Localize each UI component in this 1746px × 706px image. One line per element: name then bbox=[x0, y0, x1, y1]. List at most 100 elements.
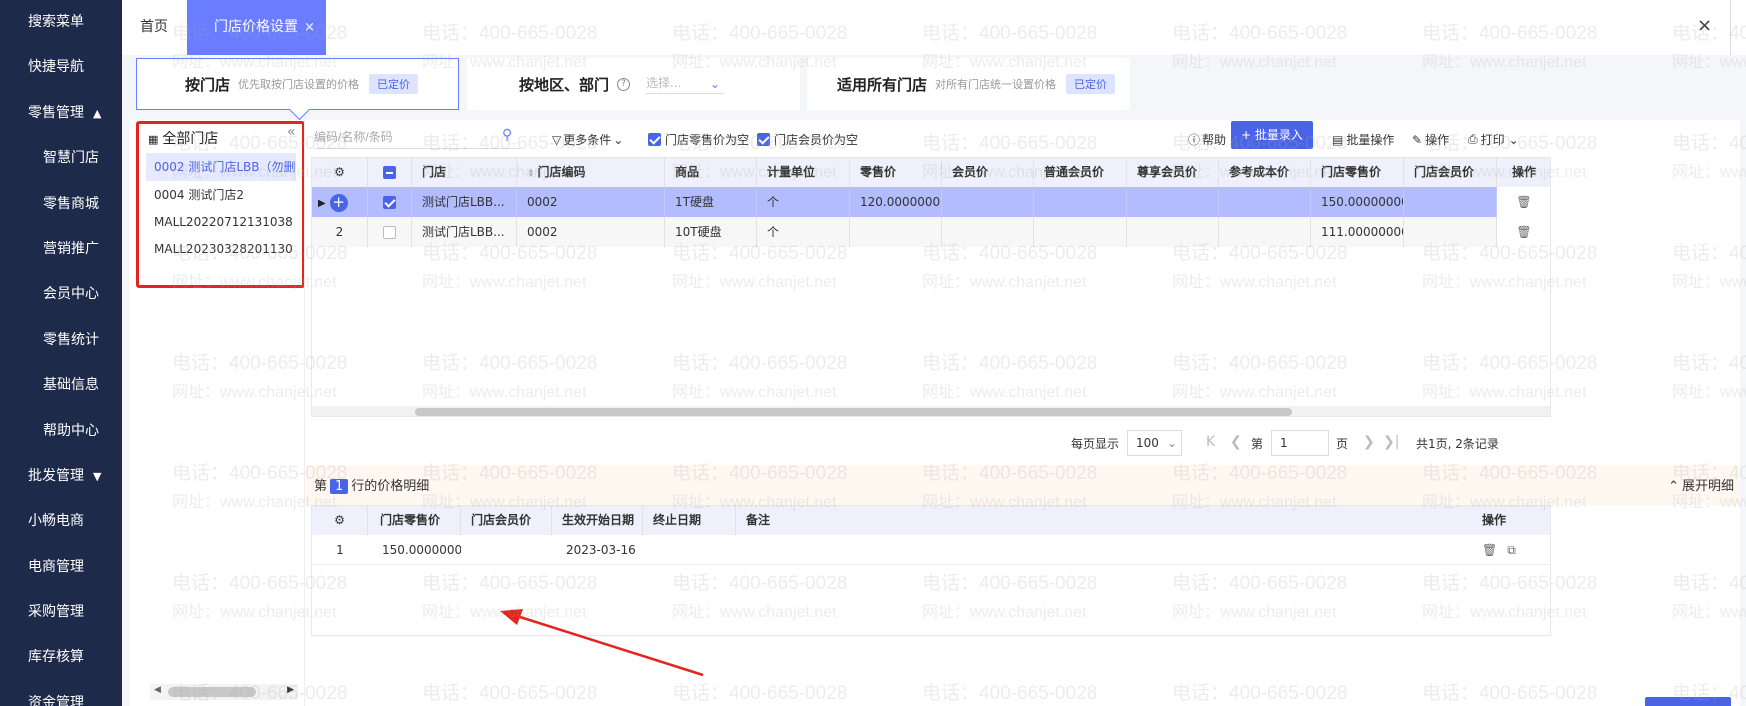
help-button[interactable]: ⓘ 帮助 bbox=[1188, 131, 1226, 148]
search-icon[interactable]: ⚲ bbox=[502, 127, 512, 143]
nav-funds[interactable]: 资金管理 bbox=[0, 681, 122, 706]
scroll-left-icon[interactable]: ◀ bbox=[154, 685, 161, 695]
scroll-right-icon[interactable]: ▶ bbox=[287, 685, 294, 695]
add-icon[interactable]: + bbox=[329, 193, 348, 212]
nav-basic-info[interactable]: 基础信息 bbox=[0, 363, 122, 408]
nav-purchase[interactable]: 采购管理 bbox=[0, 590, 122, 635]
checkbox[interactable] bbox=[383, 166, 396, 179]
header-normal-member-price[interactable]: 普通会员价 bbox=[1034, 158, 1127, 187]
print-button[interactable]: ⎙ 打印 ⌄ bbox=[1468, 131, 1519, 148]
settings-icon[interactable]: ⚙ bbox=[312, 158, 368, 187]
tree-root[interactable]: ▦ 全部门店 bbox=[148, 128, 218, 148]
header-member-price[interactable]: 会员价 bbox=[942, 158, 1034, 187]
nav-search-menu[interactable]: 搜索菜单 bbox=[0, 0, 122, 45]
first-page-icon[interactable]: K bbox=[1206, 434, 1215, 450]
filter-member-empty[interactable]: 门店会员价为空 bbox=[757, 131, 858, 148]
expand-triangle-icon[interactable]: ▶ bbox=[318, 198, 326, 209]
select-all[interactable] bbox=[368, 158, 412, 187]
nav-inventory[interactable]: 库存核算 bbox=[0, 635, 122, 680]
page-input[interactable]: 1 bbox=[1271, 430, 1329, 456]
trash-icon[interactable]: 🗑 bbox=[1516, 225, 1531, 239]
batch-ops-button[interactable]: ▤ 批量操作 bbox=[1332, 131, 1394, 148]
nav-help-center[interactable]: 帮助中心 bbox=[0, 409, 122, 454]
cell-start-date[interactable]: 2023-03-16 bbox=[552, 535, 643, 564]
mode-by-region[interactable]: 按地区、部门 ? 选择... ⌄ bbox=[467, 58, 800, 110]
cell-store-retail[interactable]: 111.00000000 bbox=[1311, 217, 1404, 247]
header-store-member[interactable]: 门店会员价 bbox=[1404, 158, 1497, 187]
filter-retail-empty[interactable]: 门店零售价为空 bbox=[648, 131, 749, 148]
expand-detail-button[interactable]: ⌃ 展开明细 bbox=[1668, 475, 1734, 494]
nav-xiaochang-ecommerce[interactable]: 小畅电商 bbox=[0, 499, 122, 544]
row-expand[interactable]: ▶ + bbox=[312, 187, 368, 217]
tab-store-price-settings[interactable]: 门店价格设置 × bbox=[187, 0, 326, 55]
nav-wholesale[interactable]: 批发管理 ▼ bbox=[0, 454, 122, 499]
cell-end-date[interactable] bbox=[643, 535, 736, 564]
grid-scrollbar[interactable] bbox=[312, 406, 1550, 416]
tree-node[interactable]: MALL20230328201130 LB bbox=[146, 235, 296, 263]
nav-smart-store[interactable]: 智慧门店 bbox=[0, 136, 122, 181]
header-store-retail[interactable]: 门店零售价 bbox=[368, 506, 461, 535]
settings-icon[interactable]: ⚙ bbox=[312, 506, 368, 535]
tree-node[interactable]: MALL20220712131038 自营 bbox=[146, 208, 296, 236]
tab-close-icon[interactable]: × bbox=[304, 20, 315, 35]
scroll-thumb[interactable] bbox=[168, 687, 256, 697]
last-page-icon[interactable]: ❯| bbox=[1383, 434, 1399, 450]
header-product[interactable]: 商品 bbox=[665, 158, 757, 187]
nav-retail-stats[interactable]: 零售统计 bbox=[0, 318, 122, 363]
checkbox[interactable] bbox=[383, 196, 396, 209]
trash-icon[interactable]: 🗑 bbox=[1516, 195, 1531, 209]
more-conditions[interactable]: ▽ 更多条件 ⌄ bbox=[552, 131, 623, 148]
mode-by-store[interactable]: 按门店 优先取按门店设置的价格 已定价 bbox=[136, 58, 459, 110]
header-retail-price[interactable]: 零售价 bbox=[850, 158, 942, 187]
header-note[interactable]: 备注 bbox=[736, 506, 1550, 535]
cell-store-member[interactable] bbox=[1404, 187, 1497, 217]
batch-entry-button[interactable]: + 批量录入 bbox=[1231, 121, 1313, 149]
confirm-button[interactable] bbox=[1645, 697, 1731, 706]
checkbox[interactable] bbox=[757, 133, 770, 146]
tree-scrollbar[interactable]: ◀ ▶ bbox=[150, 684, 298, 700]
search-input[interactable] bbox=[314, 125, 520, 149]
tree-node[interactable]: 0004 测试门店2 bbox=[146, 181, 296, 209]
help-icon[interactable]: ? bbox=[617, 77, 631, 91]
row-delete[interactable]: 🗑 bbox=[1497, 217, 1550, 247]
collapse-icon[interactable]: « bbox=[287, 124, 296, 140]
nav-retail-management[interactable]: 零售管理 ▲ bbox=[0, 91, 122, 136]
nav-marketing[interactable]: 营销推广 bbox=[0, 227, 122, 272]
table-row[interactable]: ▶ + 测试门店LBB... 0002 1T硬盘 个 120.00000000 1… bbox=[312, 187, 1550, 217]
header-store[interactable]: 门店 bbox=[412, 158, 517, 187]
scroll-thumb[interactable] bbox=[415, 408, 1292, 416]
mode-all-stores[interactable]: 适用所有门店 对所有门店统一设置价格 已定价 bbox=[807, 58, 1130, 110]
checkbox[interactable] bbox=[648, 133, 661, 146]
header-end-date[interactable]: 终止日期 bbox=[643, 506, 736, 535]
row-select[interactable] bbox=[368, 187, 412, 217]
cell-store-member[interactable] bbox=[1404, 217, 1497, 247]
header-start-date[interactable]: 生效开始日期 bbox=[552, 506, 643, 535]
row-select[interactable] bbox=[368, 217, 412, 247]
cell-store-retail[interactable]: 150.00000000 bbox=[368, 535, 461, 564]
header-store-retail[interactable]: 门店零售价 bbox=[1311, 158, 1404, 187]
checkbox[interactable] bbox=[383, 226, 396, 239]
nav-quick-nav[interactable]: 快捷导航 bbox=[0, 45, 122, 90]
tree-node[interactable]: 0002 测试门店LBB（勿删） bbox=[146, 153, 296, 181]
chevron-down-icon[interactable]: ⌄ bbox=[710, 77, 720, 91]
nav-ecommerce-management[interactable]: 电商管理 bbox=[0, 545, 122, 590]
nav-member-center[interactable]: 会员中心 bbox=[0, 272, 122, 317]
prev-page-icon[interactable]: ❮ bbox=[1230, 434, 1242, 450]
per-page-select[interactable]: 100 ⌄ bbox=[1127, 430, 1182, 456]
next-page-icon[interactable]: ❯ bbox=[1363, 434, 1375, 450]
copy-icon[interactable]: ⧉ bbox=[1507, 543, 1516, 557]
row-delete[interactable]: 🗑 bbox=[1497, 187, 1550, 217]
header-store-member[interactable]: 门店会员价 bbox=[461, 506, 552, 535]
cell-store-member[interactable] bbox=[461, 535, 552, 564]
nav-retail-mall[interactable]: 零售商城 bbox=[0, 182, 122, 227]
cell-store-retail[interactable]: 150.00000000 bbox=[1311, 187, 1404, 217]
header-vip-member-price[interactable]: 尊享会员价 bbox=[1127, 158, 1219, 187]
tab-home[interactable]: 首页 bbox=[140, 0, 168, 55]
header-ref-cost[interactable]: 参考成本价 bbox=[1219, 158, 1311, 187]
table-row[interactable]: 2 测试门店LBB... 0002 10T硬盘 个 111.00000000 🗑 bbox=[312, 217, 1550, 247]
trash-icon[interactable]: 🗑 bbox=[1482, 543, 1497, 557]
table-row[interactable]: 1 150.00000000 2023-03-16 🗑⧉ bbox=[312, 535, 1550, 565]
window-close-icon[interactable]: × bbox=[1697, 15, 1712, 36]
cell-note[interactable] bbox=[736, 535, 1436, 564]
header-unit[interactable]: 计量单位 bbox=[757, 158, 850, 187]
